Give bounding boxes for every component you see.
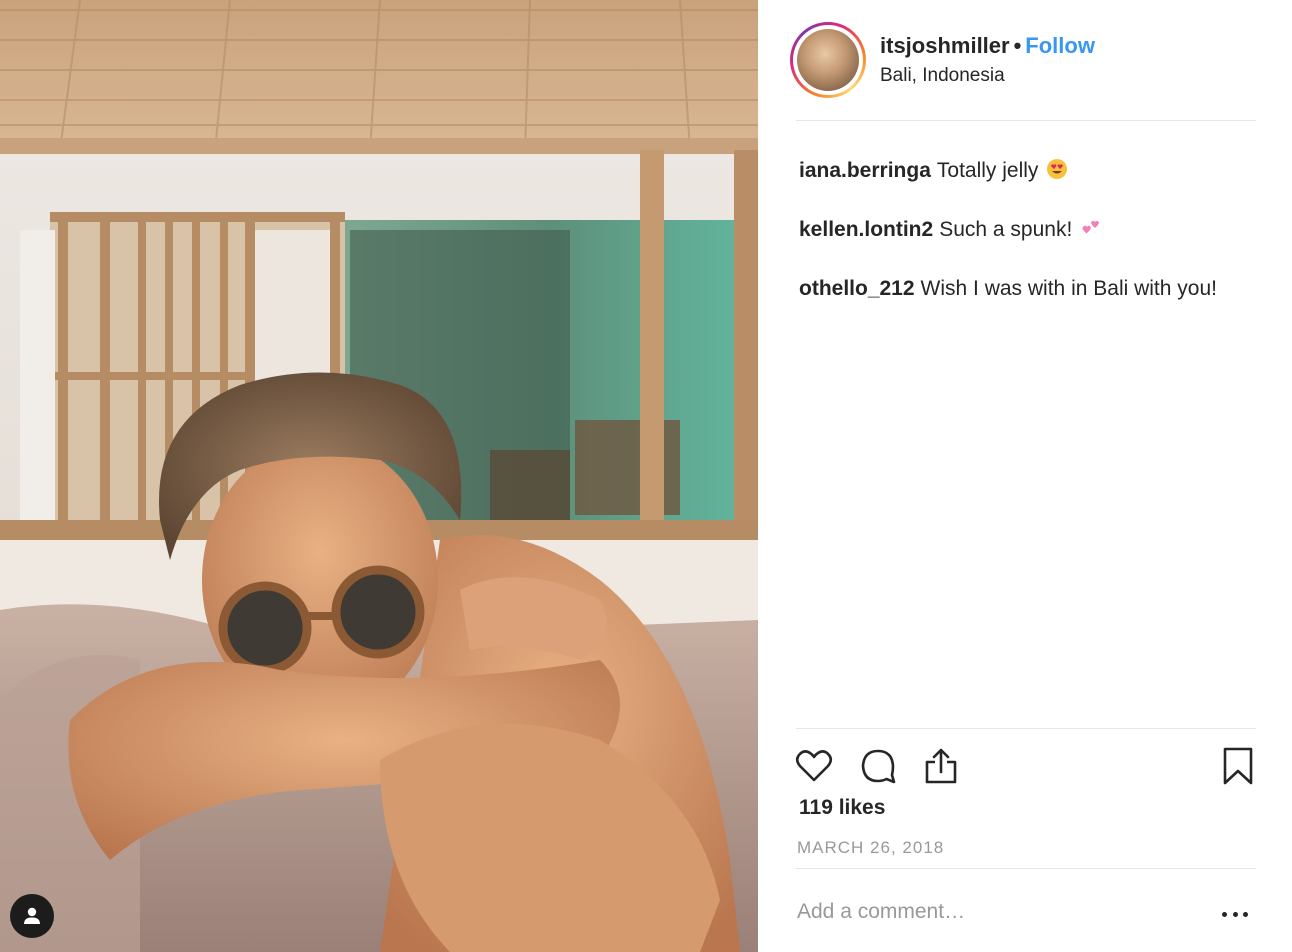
heart-eyes-emoji-icon	[1046, 158, 1068, 189]
comment-text: Wish I was with in Bali with you!	[920, 277, 1217, 300]
actions-divider	[796, 728, 1256, 729]
comment-text: Totally jelly	[936, 159, 1039, 182]
comment-item: kellen.lontin2 Such a spunk!	[799, 215, 1272, 248]
two-hearts-emoji-icon	[1080, 217, 1102, 248]
photo-illustration	[0, 0, 758, 952]
share-button[interactable]	[921, 744, 961, 788]
comment-input[interactable]: Add a comment…	[797, 900, 965, 924]
ellipsis-icon	[1232, 911, 1238, 917]
header-divider	[796, 120, 1256, 121]
heart-icon	[795, 750, 833, 782]
comment-item: iana.berringa Totally jelly	[799, 156, 1272, 189]
speech-bubble-icon	[861, 749, 896, 784]
likes-count[interactable]: 119 likes	[799, 796, 885, 820]
avatar-image	[797, 29, 859, 91]
more-options-button[interactable]	[1222, 904, 1248, 924]
avatar[interactable]	[790, 22, 866, 98]
post-sidebar: itsjoshmiller • Follow Bali, Indonesia ian…	[758, 0, 1292, 952]
comment-box-divider	[796, 868, 1256, 869]
header-user-line: itsjoshmiller • Follow	[880, 33, 1095, 59]
comment-text: Such a spunk!	[939, 218, 1073, 241]
post-photo[interactable]	[0, 0, 758, 952]
comment-item: othello_212 Wish I was with in Bali with …	[799, 274, 1272, 304]
post-header: itsjoshmiller • Follow Bali, Indonesia	[790, 22, 1256, 98]
follow-button[interactable]: Follow	[1025, 33, 1095, 58]
comment-username[interactable]: kellen.lontin2	[799, 218, 933, 241]
like-button[interactable]	[794, 744, 834, 788]
comments-list: iana.berringa Totally jelly kellen.lontin…	[799, 156, 1272, 330]
save-button[interactable]	[1218, 744, 1258, 788]
ellipsis-icon	[1222, 911, 1227, 917]
separator-dot: •	[1013, 33, 1022, 58]
action-bar	[794, 744, 1258, 788]
ellipsis-icon	[1243, 911, 1248, 917]
share-icon	[925, 748, 957, 784]
post-date: MARCH 26, 2018	[797, 838, 945, 857]
comment-button[interactable]	[858, 744, 898, 788]
bookmark-icon	[1223, 747, 1253, 785]
user-icon	[24, 907, 40, 924]
location-link[interactable]: Bali, Indonesia	[880, 65, 1005, 87]
tagged-users-button[interactable]	[10, 894, 54, 938]
username-link[interactable]: itsjoshmiller	[880, 33, 1010, 58]
comment-username[interactable]: othello_212	[799, 277, 915, 300]
comment-username[interactable]: iana.berringa	[799, 159, 931, 182]
